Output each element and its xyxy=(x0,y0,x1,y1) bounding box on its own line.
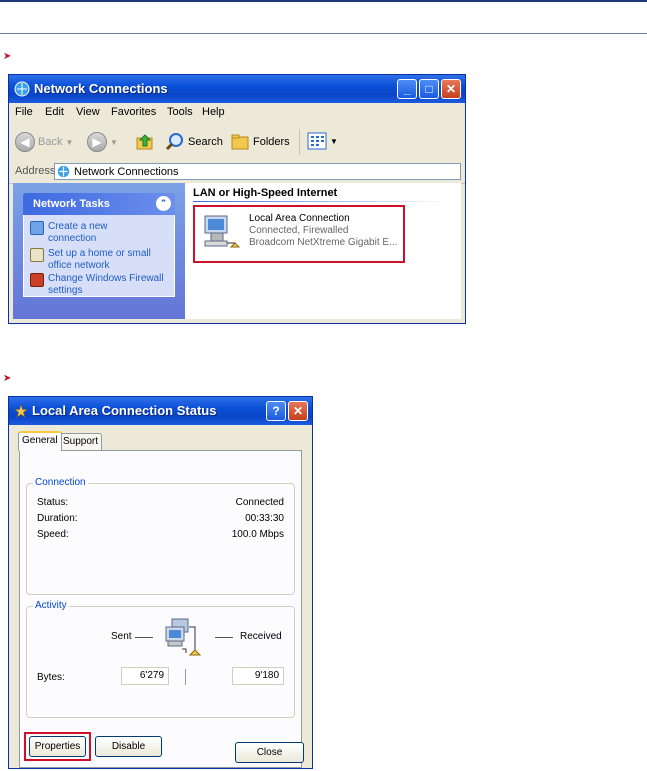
task-label: Set up a home or small office network xyxy=(48,248,151,271)
speed-value: 100.0 Mbps xyxy=(231,529,284,540)
header-rule xyxy=(0,33,647,34)
bullet-arrow-icon: ➤ xyxy=(3,51,12,62)
dropdown-arrow-icon: ▼ xyxy=(330,136,338,146)
bytes-sent-field: 6'279 xyxy=(121,667,169,685)
titlebar[interactable]: Network Connections _ □ ✕ xyxy=(9,75,465,103)
maximize-button[interactable]: □ xyxy=(419,79,439,99)
address-input[interactable]: Network Connections xyxy=(54,163,461,180)
connection-name: Local Area Connection xyxy=(249,213,350,224)
toolbar-separator xyxy=(299,129,300,155)
views-icon xyxy=(307,132,327,150)
menu-view[interactable]: View xyxy=(76,106,100,118)
forward-arrow-icon: ▶ xyxy=(87,132,107,152)
task-pane: Network Tasks ⌃ Create a new connection … xyxy=(13,183,185,319)
status-value: Connected xyxy=(235,497,284,508)
task-create-connection[interactable]: Create a new connection xyxy=(30,221,158,245)
disable-button[interactable]: Disable xyxy=(95,736,162,757)
activity-group-label: Activity xyxy=(33,600,69,611)
search-label: Search xyxy=(188,136,223,148)
network-tasks-title: Network Tasks xyxy=(33,198,110,210)
back-button[interactable]: ◀ Back ▼ xyxy=(15,132,73,152)
window-title: Network Connections xyxy=(34,81,168,96)
bytes-received-field: 9'180 xyxy=(232,667,284,685)
received-label: Received xyxy=(240,631,282,642)
close-button[interactable]: ✕ xyxy=(441,79,461,99)
folders-button[interactable]: Folders xyxy=(230,132,290,152)
network-icon xyxy=(14,81,30,97)
dialog-content: General Support Connection Status: Conne… xyxy=(13,425,308,768)
close-dialog-button[interactable]: Close xyxy=(235,742,304,763)
dialog-close-button[interactable]: ✕ xyxy=(288,401,308,421)
address-label: Address xyxy=(15,165,56,177)
up-folder-icon xyxy=(136,134,153,150)
network-connections-window: Network Connections _ □ ✕ File Edit View… xyxy=(8,74,466,324)
back-label: Back xyxy=(38,136,63,148)
dialog-title: Local Area Connection Status xyxy=(32,403,217,418)
duration-value: 00:33:30 xyxy=(245,513,284,524)
home-network-icon xyxy=(30,248,44,262)
network-tasks-header[interactable]: Network Tasks ⌃ xyxy=(23,193,175,215)
activity-groupbox: Activity Sent Received Bytes: 6'279 9'18… xyxy=(26,600,295,718)
dropdown-arrow-icon: ▼ xyxy=(65,137,74,147)
folders-icon xyxy=(231,134,249,150)
folders-label: Folders xyxy=(253,136,290,148)
firewall-icon xyxy=(30,273,44,287)
menu-tools[interactable]: Tools xyxy=(167,106,193,118)
sent-label: Sent xyxy=(111,631,132,642)
up-folder-button[interactable] xyxy=(135,132,155,152)
address-bar: Address Network Connections xyxy=(9,161,465,184)
group-header: LAN or High-Speed Internet xyxy=(193,187,338,199)
sent-line xyxy=(135,637,153,638)
menu-edit[interactable]: Edit xyxy=(45,106,64,118)
task-firewall-settings[interactable]: Change Windows Firewall settings xyxy=(30,273,168,297)
duration-label: Duration: xyxy=(37,513,78,524)
task-label: Change Windows Firewall settings xyxy=(48,273,164,296)
menu-help[interactable]: Help xyxy=(202,106,225,118)
connection-group-label: Connection xyxy=(33,477,88,488)
back-arrow-icon: ◀ xyxy=(15,132,35,152)
minimize-button[interactable]: _ xyxy=(397,79,417,99)
connection-device: Broadcom NetXtreme Gigabit E... xyxy=(249,237,398,248)
connection-status-icon xyxy=(14,404,28,418)
bytes-label: Bytes: xyxy=(37,672,65,683)
top-rule xyxy=(0,0,647,2)
help-button[interactable]: ? xyxy=(266,401,286,421)
task-home-network[interactable]: Set up a home or small office network xyxy=(30,248,173,272)
bytes-divider xyxy=(185,669,186,685)
new-connection-icon xyxy=(30,221,44,235)
connection-status-dialog: Local Area Connection Status ? ✕ General… xyxy=(8,396,313,769)
toolbar: ◀ Back ▼ ▶ ▼ Search Folders ▼ xyxy=(9,123,465,162)
dropdown-arrow-icon: ▼ xyxy=(110,137,118,147)
collapse-chevron-icon[interactable]: ⌃ xyxy=(156,196,171,211)
connection-details: Local Area Connection Connected, Firewal… xyxy=(249,213,397,249)
group-header-line xyxy=(193,201,451,202)
search-button[interactable]: Search xyxy=(165,132,223,152)
connection-groupbox: Connection Status: Connected Duration: 0… xyxy=(26,477,295,595)
dialog-titlebar[interactable]: Local Area Connection Status ? ✕ xyxy=(9,397,312,425)
connections-pane: LAN or High-Speed Internet Local Area Co… xyxy=(185,183,461,319)
tab-support[interactable]: Support xyxy=(59,433,103,450)
connection-status: Connected, Firewalled xyxy=(249,225,349,236)
task-label: Create a new connection xyxy=(48,221,108,244)
received-line xyxy=(215,637,233,638)
tab-general[interactable]: General xyxy=(18,431,62,451)
local-area-connection-item[interactable]: Local Area Connection Connected, Firewal… xyxy=(193,205,405,263)
general-tab-page: Connection Status: Connected Duration: 0… xyxy=(19,450,302,768)
views-button[interactable]: ▼ xyxy=(307,132,338,150)
properties-button[interactable]: Properties xyxy=(29,736,86,757)
search-icon xyxy=(165,133,183,151)
speed-label: Speed: xyxy=(37,529,69,540)
network-tasks-list: Create a new connection Set up a home or… xyxy=(23,215,175,297)
menubar: File Edit View Favorites Tools Help xyxy=(9,103,465,124)
address-value: Network Connections xyxy=(74,165,179,178)
network-connections-icon xyxy=(57,165,70,178)
network-activity-icon xyxy=(165,618,202,656)
forward-button[interactable]: ▶ ▼ xyxy=(87,132,118,152)
network-computer-icon xyxy=(204,215,241,248)
menu-file[interactable]: File xyxy=(15,106,33,118)
menu-favorites[interactable]: Favorites xyxy=(111,106,156,118)
bullet-arrow-icon: ➤ xyxy=(3,373,12,384)
explorer-content: Network Tasks ⌃ Create a new connection … xyxy=(13,183,461,319)
status-label: Status: xyxy=(37,497,69,508)
